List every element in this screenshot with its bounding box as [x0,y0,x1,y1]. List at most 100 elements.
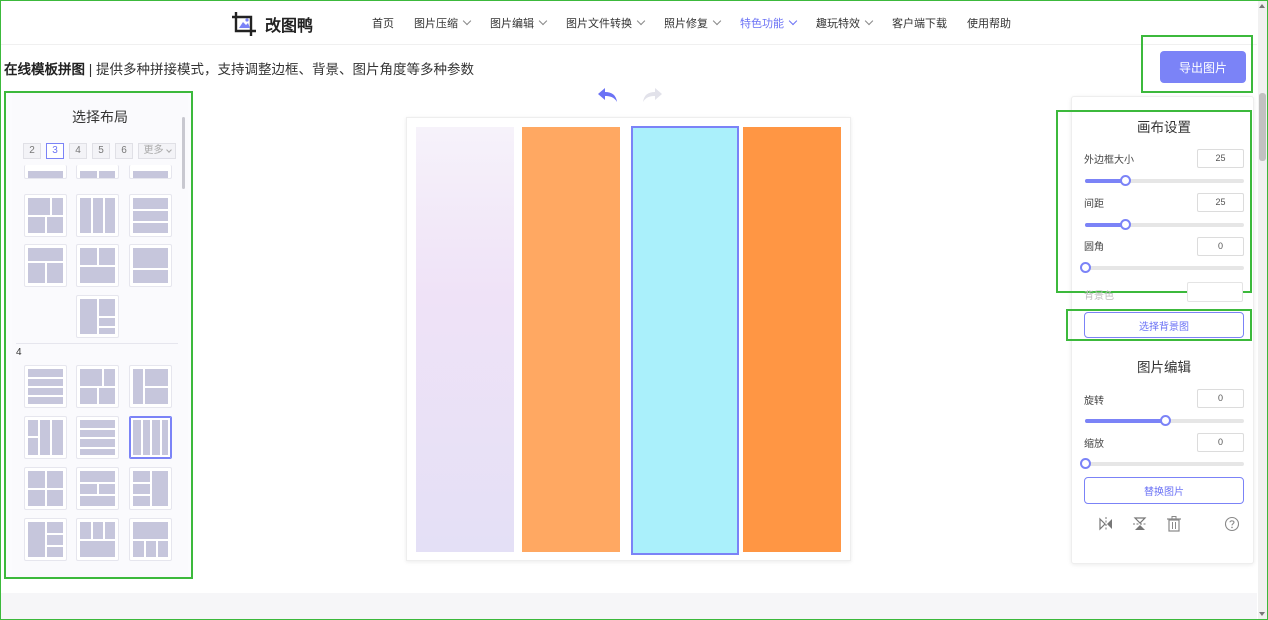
section-divider [16,343,178,344]
layout-thumbnail[interactable] [129,416,172,459]
export-highlight: 导出图片 [1141,35,1253,93]
nav-item-5[interactable]: 特色功能 [740,15,798,31]
count-tab-5[interactable]: 5 [92,143,110,159]
layout-cell [80,540,115,557]
gap-slider[interactable] [1085,219,1244,230]
collage-tile-3[interactable] [631,126,739,555]
layout-cell [28,198,50,215]
count-tab-2[interactable]: 2 [23,143,41,159]
layout-thumbnail[interactable] [76,295,119,338]
layout-cell [133,210,168,221]
layout-cell [98,299,115,316]
layout-thumbnail[interactable] [129,518,172,561]
layout-thumbnail[interactable] [129,165,172,179]
count-tab-6[interactable]: 6 [115,143,133,159]
zoom-knob[interactable] [1080,458,1091,469]
scroll-up-arrow[interactable] [1259,4,1265,8]
collage-tile-1[interactable] [416,127,514,552]
layout-cell [133,248,168,268]
layout-thumbnail[interactable] [24,194,67,237]
nav-item-7[interactable]: 客户端下载 [892,15,947,31]
image-count-tabs: 2 3 4 5 6 更多 [23,143,176,159]
layout-cell [98,483,115,494]
layout-thumbnail[interactable] [129,194,172,237]
layout-thumbnail[interactable] [129,467,172,510]
layout-cell [80,387,97,404]
layout-thumbnail[interactable] [76,467,119,510]
layout-cell [133,495,150,506]
layout-thumbnail[interactable] [24,165,67,179]
count-tab-4[interactable]: 4 [69,143,87,159]
flip-horizontal-icon[interactable] [1097,515,1115,536]
nav-item-2[interactable]: 图片编辑 [490,15,548,31]
gap-knob[interactable] [1119,219,1131,230]
border-size-knob[interactable] [1119,175,1131,186]
collage-tile-2[interactable] [522,127,620,552]
layout-cell [28,369,63,377]
collage-tile-4[interactable] [743,127,841,552]
nav-item-6[interactable]: 趣玩特效 [816,15,874,31]
layout-thumbnail[interactable] [24,518,67,561]
layout-thumbnail[interactable] [76,244,119,287]
corner-radius-slider[interactable] [1080,262,1244,273]
export-image-button[interactable]: 导出图片 [1160,51,1246,83]
page-scrollbar[interactable] [1258,1,1267,619]
help-icon[interactable] [1224,515,1240,536]
layout-cell [80,248,97,265]
scroll-down-arrow[interactable] [1259,612,1265,616]
count-tab-3[interactable]: 3 [46,143,64,159]
undo-icon[interactable] [597,86,619,107]
layout-cell [46,263,63,283]
replace-image-button[interactable]: 替换图片 [1084,477,1244,504]
flip-vertical-icon[interactable] [1131,515,1149,536]
layout-thumbnail[interactable] [129,244,172,287]
gap-label: 间距 [1084,199,1104,210]
border-size-slider[interactable] [1085,175,1244,186]
nav-item-1[interactable]: 图片压缩 [414,15,472,31]
nav-item-0[interactable]: 首页 [372,15,394,31]
logo[interactable]: 改图鸭 [231,11,313,37]
layout-cell [92,522,103,539]
rotate-input[interactable]: 0 [1197,389,1244,408]
layout-thumbnail[interactable] [76,165,119,179]
gap-input[interactable]: 25 [1197,193,1244,212]
layout-thumbnail[interactable] [24,244,67,287]
layout-thumbnail[interactable] [76,518,119,561]
page-scroll-thumb[interactable] [1259,93,1266,161]
layout-thumbnail[interactable] [24,416,67,459]
layout-panel-scrollbar[interactable] [182,117,185,189]
page-title: 在线模板拼图 | 提供多种拼接模式，支持调整边框、背景、图片角度等多种参数 [4,58,474,78]
layout-thumbnail[interactable] [76,194,119,237]
layout-cell [28,471,45,488]
nav-item-8[interactable]: 使用帮助 [967,15,1011,31]
redo-icon[interactable] [641,86,663,107]
trash-icon[interactable] [1166,515,1182,536]
nav-item-label: 图片编辑 [490,18,534,30]
bg-color-picker[interactable] [1187,282,1243,302]
layout-cell [46,489,63,506]
zoom-label: 缩放 [1084,439,1104,450]
layout-thumbnail[interactable] [76,416,119,459]
layout-cell [40,420,50,455]
layout-cell [145,387,168,404]
border-size-input[interactable]: 25 [1197,149,1244,168]
corner-radius-knob[interactable] [1080,262,1091,273]
count-tab-more[interactable]: 更多 [138,143,176,159]
zoom-input[interactable]: 0 [1197,433,1244,452]
corner-radius-input[interactable]: 0 [1197,237,1244,256]
history-tools [597,86,663,107]
layout-thumbnail[interactable] [76,365,119,408]
layout-thumbnail[interactable] [24,365,67,408]
nav-item-4[interactable]: 照片修复 [664,15,722,31]
layout-cell [80,429,115,437]
rotate-knob[interactable] [1159,415,1171,426]
layout-cell [133,420,141,455]
layout-thumbnail[interactable] [24,467,67,510]
nav-item-3[interactable]: 图片文件转换 [566,15,646,31]
zoom-slider[interactable] [1080,458,1244,469]
layout-thumbnail[interactable] [129,365,172,408]
layout-cell [80,522,91,539]
layout-cell [80,483,97,494]
choose-bg-image-button[interactable]: 选择背景图 [1084,312,1244,338]
rotate-slider[interactable] [1085,415,1244,426]
